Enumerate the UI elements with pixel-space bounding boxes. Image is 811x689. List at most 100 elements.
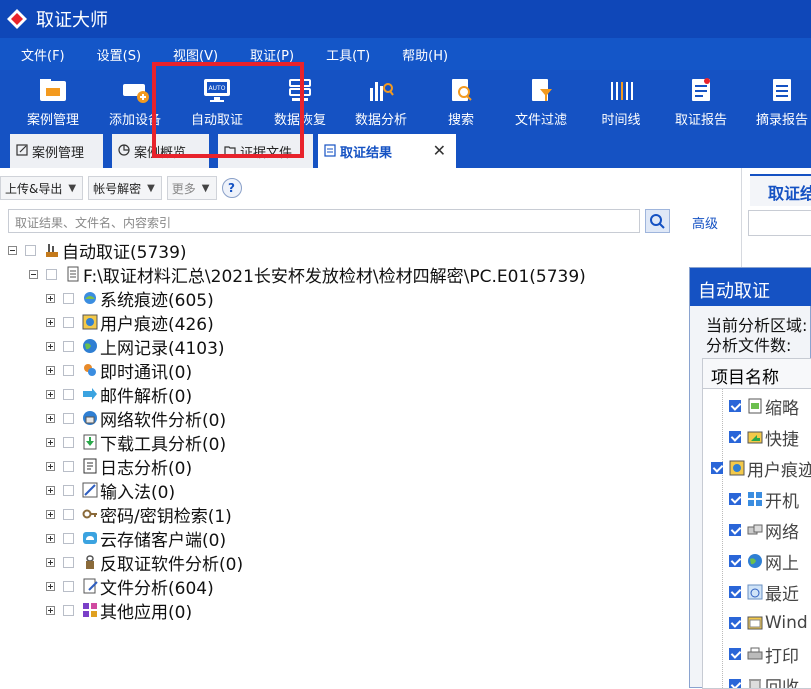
column-header-project-name[interactable]: 项目名称 [703,359,811,389]
dialog-item[interactable]: 开机 [729,484,799,514]
tree-checkbox[interactable] [63,484,74,496]
tree-item[interactable]: 即时通讯(0) [46,358,192,383]
checked-checkbox[interactable] [729,648,741,660]
forensics-report-button[interactable]: 取证报告 [661,70,741,132]
tree-item[interactable]: 云存储客户端(0) [46,526,226,551]
tree-checkbox[interactable] [63,436,74,448]
tree-checkbox[interactable] [63,292,74,304]
tree-evidence-row[interactable]: F:\取证材料汇总\2021长安杯发放检材\检材四解密\PC.E01(5739) [29,262,586,287]
more-dropdown[interactable]: 更多 ▼ [166,176,217,200]
close-tab-icon[interactable]: ✕ [433,141,446,160]
tree-checkbox[interactable] [63,532,74,544]
menu-tools[interactable]: 工具(T) [305,45,381,64]
app-title: 取证大师 [36,10,108,31]
checked-checkbox[interactable] [711,462,723,474]
tree-item[interactable]: 文件分析(604) [46,574,214,599]
dialog-item[interactable]: 网络 [729,515,799,545]
right-panel-tab[interactable]: 取证结 [750,174,811,206]
help-icon[interactable]: ? [221,178,242,198]
excerpt-report-button[interactable]: 摘录报告 [742,70,811,132]
expand-toggle[interactable] [46,581,55,591]
tree-checkbox[interactable] [63,364,74,376]
checked-checkbox[interactable] [729,431,741,443]
tree-checkbox[interactable] [63,316,74,328]
dialog-item[interactable]: 缩略 [729,391,799,421]
tree-item[interactable]: 密码/密钥检索(1) [46,502,232,527]
tree-checkbox[interactable] [25,244,36,256]
menu-settings[interactable]: 设置(S) [76,45,152,64]
dialog-item[interactable]: 打印 [729,639,799,669]
dialog-item[interactable]: Wind [729,608,808,638]
tree-checkbox[interactable] [63,412,74,424]
expand-toggle[interactable] [46,413,55,423]
pie-chart-icon [118,144,130,156]
expand-toggle[interactable] [46,341,55,351]
collapse-toggle[interactable] [29,269,38,279]
timeline-button[interactable]: 时间线 [581,70,661,132]
right-panel-field[interactable] [748,210,811,236]
file-filter-button[interactable]: 文件过滤 [501,70,581,132]
tree-checkbox[interactable] [63,340,74,352]
expand-toggle[interactable] [46,485,55,495]
dialog-item[interactable]: 快捷 [729,422,799,452]
tree-item[interactable]: 系统痕迹(605) [46,286,214,311]
expand-toggle[interactable] [46,509,55,519]
menu-view[interactable]: 视图(V) [152,45,229,64]
search-button[interactable]: 搜索 [421,70,501,132]
checked-checkbox[interactable] [729,586,741,598]
tree-item[interactable]: 网络软件分析(0) [46,406,226,431]
tree-item[interactable]: 下载工具分析(0) [46,430,226,455]
upload-export-dropdown[interactable]: 上传&导出 ▼ [0,176,84,200]
tree-root-row[interactable]: 自动取证(5739) [8,238,187,263]
tree-checkbox[interactable] [63,388,74,400]
tree-checkbox[interactable] [63,460,74,472]
tree-item[interactable]: 上网记录(4103) [46,334,225,359]
tab-forensics-results[interactable]: 取证结果 ✕ [318,134,456,168]
expand-toggle[interactable] [46,389,55,399]
tree-item[interactable]: 反取证软件分析(0) [46,550,243,575]
dialog-item[interactable]: 回收 [729,670,799,688]
menu-help[interactable]: 帮助(H) [381,45,459,64]
printer-icon [747,647,763,660]
expand-toggle[interactable] [46,437,55,447]
results-search-input[interactable]: 取证结果、文件名、内容索引 [8,209,640,233]
tree-item[interactable]: 邮件解析(0) [46,382,192,407]
account-decrypt-dropdown[interactable]: 帐号解密 ▼ [88,176,162,200]
checked-checkbox[interactable] [729,400,741,412]
tab-bar: 案例管理 案例概览 证据文件 取证结果 ✕ [0,132,811,168]
expand-toggle[interactable] [46,365,55,375]
tree-item[interactable]: 用户痕迹(426) [46,310,214,335]
tab-case-management[interactable]: 案例管理 [10,134,103,168]
tree-checkbox[interactable] [63,580,74,592]
menu-forensics[interactable]: 取证(P) [229,45,305,64]
network-software-icon [83,411,97,425]
system-trace-icon [84,292,96,304]
dialog-item[interactable]: 用户痕迹 [711,453,811,483]
expand-toggle[interactable] [46,293,55,303]
expand-toggle[interactable] [46,317,55,327]
tree-item[interactable]: 日志分析(0) [46,454,192,479]
expand-toggle[interactable] [46,461,55,471]
advanced-search-link[interactable]: 高级 [692,213,718,232]
tree-checkbox[interactable] [63,508,74,520]
expand-toggle[interactable] [46,605,55,615]
collapse-toggle[interactable] [8,245,17,255]
expand-toggle[interactable] [46,533,55,543]
checked-checkbox[interactable] [729,617,741,629]
checked-checkbox[interactable] [729,493,741,505]
case-management-button[interactable]: 案例管理 [13,70,93,132]
tree-checkbox[interactable] [63,604,74,616]
dialog-item[interactable]: 网上 [729,546,799,576]
tree-item[interactable]: 输入法(0) [46,478,175,503]
tree-checkbox[interactable] [63,556,74,568]
checked-checkbox[interactable] [729,555,741,567]
expand-toggle[interactable] [46,557,55,567]
search-button[interactable] [645,209,670,233]
menu-file[interactable]: 文件(F) [0,45,76,64]
project-list: 项目名称 缩略 快捷 用户痕迹 开机 网络 网上 最近 Wind 打印 回收 [702,358,811,689]
tree-item[interactable]: 其他应用(0) [46,598,192,623]
tree-checkbox[interactable] [46,268,57,280]
dialog-item[interactable]: 最近 [729,577,799,607]
checked-checkbox[interactable] [729,524,741,536]
data-analysis-button[interactable]: 数据分析 [341,70,421,132]
